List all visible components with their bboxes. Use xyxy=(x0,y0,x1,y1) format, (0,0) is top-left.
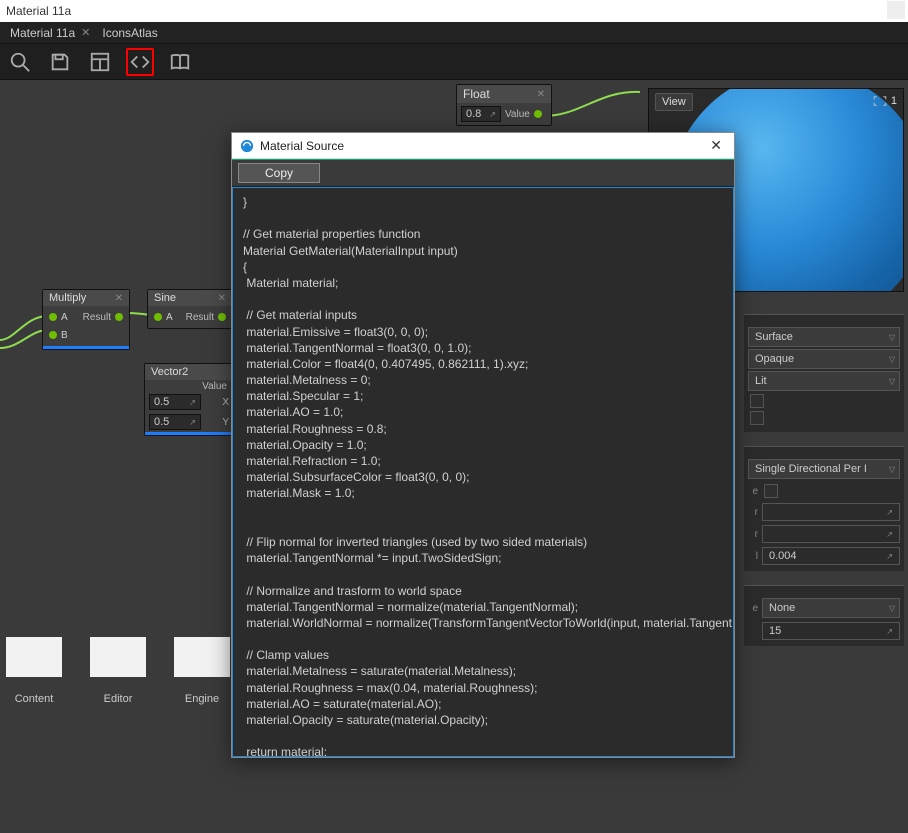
combo-shading[interactable]: Lit▽ xyxy=(748,371,900,391)
window-control[interactable] xyxy=(887,1,905,19)
tab-material11a[interactable]: Material 11a ✕ xyxy=(4,22,96,44)
node-vector2[interactable]: Vector2 Value 0.5↗ X 0.5↗ Y xyxy=(144,363,234,436)
close-icon[interactable]: ✕ xyxy=(537,89,545,100)
dialog-titlebar[interactable]: Material Source ✕ xyxy=(232,133,734,159)
input-label: A xyxy=(166,312,173,323)
tab-strip: Material 11a ✕ IconsAtlas xyxy=(0,22,908,44)
field-r2[interactable]: ↗ xyxy=(762,525,900,543)
node-title: Sine xyxy=(154,292,176,304)
content-browser: Content Editor Engine xyxy=(2,637,234,705)
folder-engine[interactable]: Engine xyxy=(170,637,234,705)
combo-lighting[interactable]: Single Directional Per I▽ xyxy=(748,459,900,479)
close-icon[interactable]: ✕ xyxy=(706,137,726,154)
output-pin[interactable] xyxy=(218,313,226,321)
app-icon xyxy=(240,139,254,153)
chevron-down-icon: ▽ xyxy=(889,333,895,342)
output-label: Result xyxy=(68,312,111,323)
field-15[interactable]: 15↗ xyxy=(762,622,900,640)
thumbnail xyxy=(90,637,146,677)
properties-panel: Surface▽ Opaque▽ Lit▽ Single Directional… xyxy=(744,308,904,660)
view-button[interactable]: View xyxy=(655,93,693,111)
node-title: Float xyxy=(463,87,490,101)
output-label: Result xyxy=(173,312,214,323)
output-label: Value xyxy=(505,109,530,120)
node-float[interactable]: Float ✕ 0.8↗ Value xyxy=(456,84,552,126)
source-code-textarea[interactable]: } // Get material properties function Ma… xyxy=(232,187,734,757)
chevron-down-icon: ▽ xyxy=(889,377,895,386)
input-pin-a[interactable] xyxy=(154,313,162,321)
save-icon[interactable] xyxy=(46,48,74,76)
layout-icon[interactable] xyxy=(86,48,114,76)
tab-label: Material 11a xyxy=(10,26,75,40)
combo-none[interactable]: None▽ xyxy=(762,598,900,618)
dialog-title: Material Source xyxy=(260,139,706,153)
fullscreen-icon[interactable]: 1 xyxy=(873,95,897,107)
checkbox-e[interactable] xyxy=(764,484,778,498)
field-d[interactable]: 0.004↗ xyxy=(762,547,900,565)
material-source-dialog: Material Source ✕ Copy } // Get material… xyxy=(231,132,735,758)
output-label: Value xyxy=(145,380,233,392)
window-titlebar: Material 11a xyxy=(0,0,908,22)
vector2-x-field[interactable]: 0.5↗ xyxy=(149,394,201,410)
thumbnail xyxy=(174,637,230,677)
x-label: X xyxy=(222,397,229,408)
close-icon[interactable]: ✕ xyxy=(81,26,90,39)
float-value-field[interactable]: 0.8↗ xyxy=(461,106,501,122)
chevron-down-icon: ▽ xyxy=(889,604,895,613)
y-label: Y xyxy=(222,417,229,428)
tab-iconsatlas[interactable]: IconsAtlas xyxy=(96,22,163,44)
close-icon[interactable]: ✕ xyxy=(218,293,226,304)
tab-label: IconsAtlas xyxy=(102,26,157,40)
close-icon[interactable]: ✕ xyxy=(115,293,123,304)
node-sine[interactable]: Sine ✕ A Result xyxy=(147,289,233,329)
checkbox-2[interactable] xyxy=(750,411,764,425)
node-title: Multiply xyxy=(49,292,86,304)
folder-editor[interactable]: Editor xyxy=(86,637,150,705)
chevron-down-icon: ▽ xyxy=(889,355,895,364)
thumbnail xyxy=(6,637,62,677)
input-pin-a[interactable] xyxy=(49,313,57,321)
window-title: Material 11a xyxy=(6,4,71,18)
dialog-toolbar: Copy xyxy=(232,159,734,187)
vector2-y-field[interactable]: 0.5↗ xyxy=(149,414,201,430)
copy-button[interactable]: Copy xyxy=(238,163,320,183)
input-label: A xyxy=(61,312,68,323)
input-pin-b[interactable] xyxy=(49,331,57,339)
output-pin[interactable] xyxy=(115,313,123,321)
field-r[interactable]: ↗ xyxy=(762,503,900,521)
source-code-icon[interactable] xyxy=(126,48,154,76)
node-multiply[interactable]: Multiply ✕ A Result B xyxy=(42,289,130,350)
output-pin[interactable] xyxy=(534,110,542,118)
combo-domain[interactable]: Surface▽ xyxy=(748,327,900,347)
checkbox-1[interactable] xyxy=(750,394,764,408)
toolbar xyxy=(0,44,908,80)
chevron-down-icon: ▽ xyxy=(889,465,895,474)
book-icon[interactable] xyxy=(166,48,194,76)
combo-blend[interactable]: Opaque▽ xyxy=(748,349,900,369)
search-icon[interactable] xyxy=(6,48,34,76)
node-title: Vector2 xyxy=(151,366,188,378)
input-label: B xyxy=(61,330,68,341)
folder-content[interactable]: Content xyxy=(2,637,66,705)
